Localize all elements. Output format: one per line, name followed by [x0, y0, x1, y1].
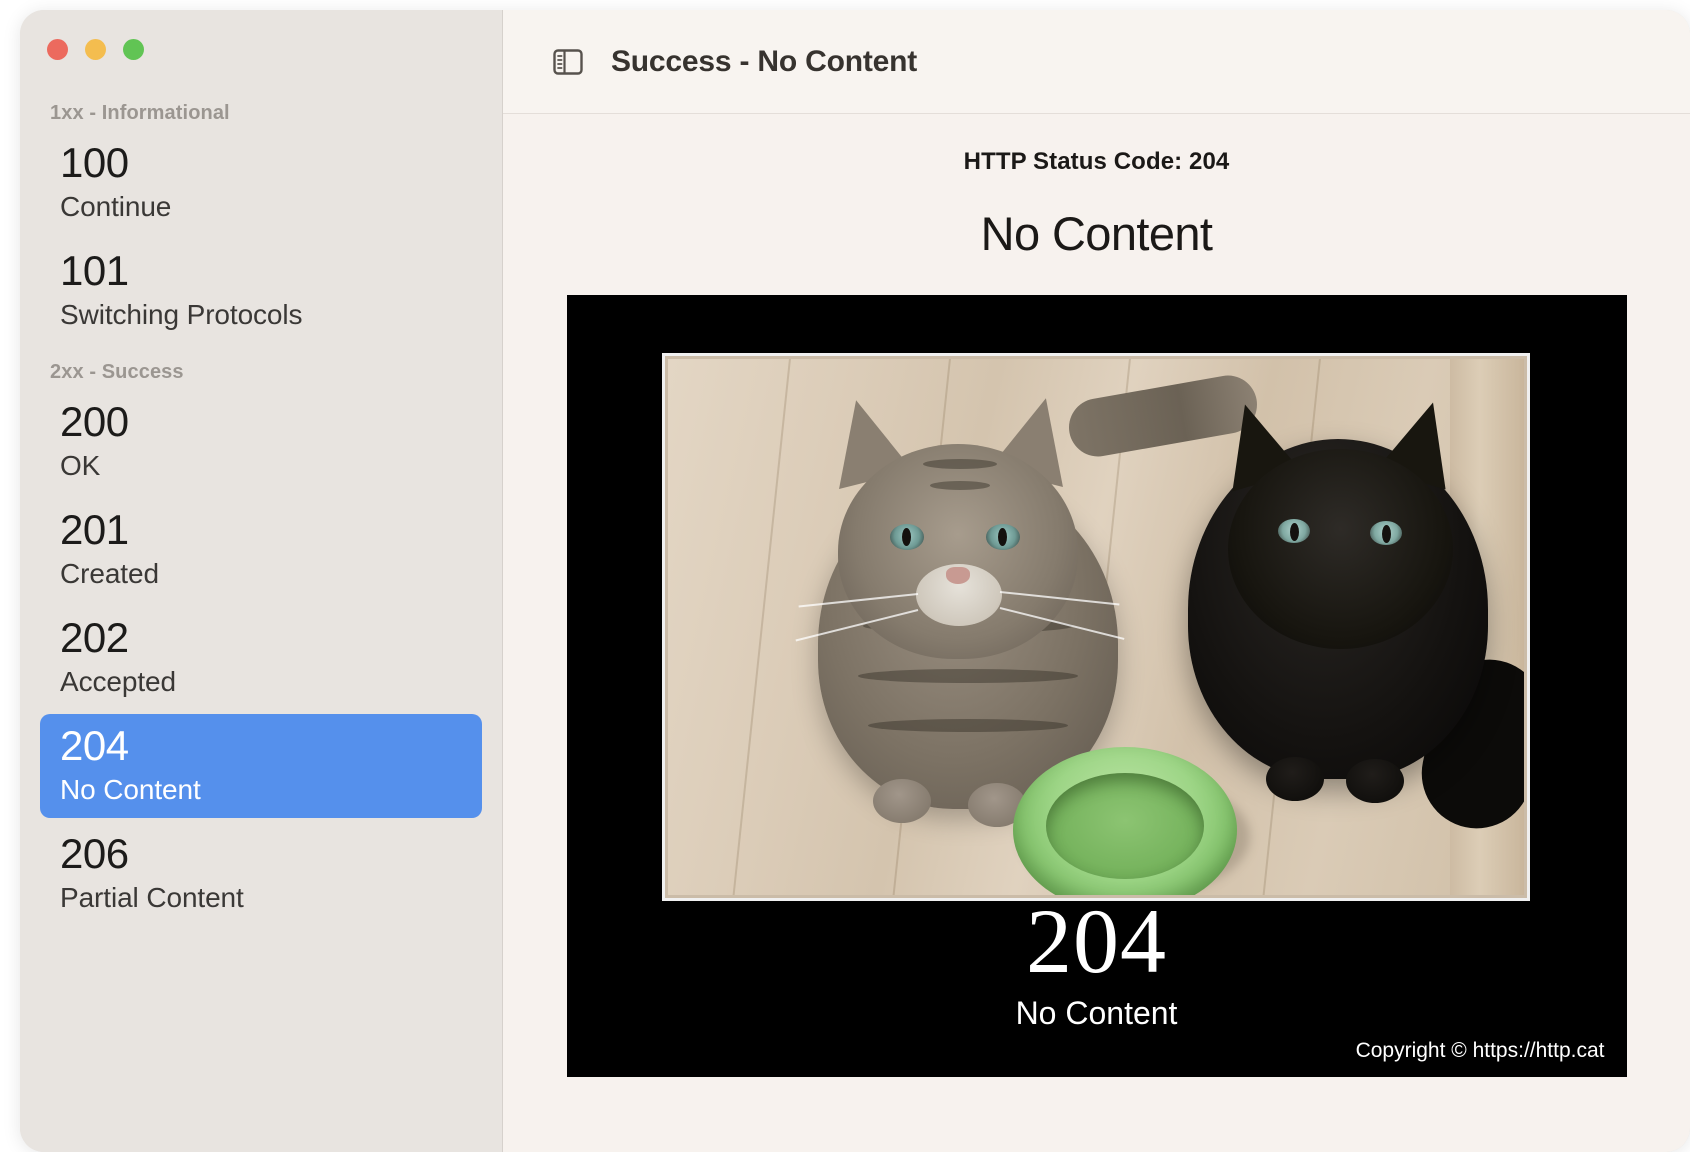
tabby-cat-paw-left: [873, 779, 931, 823]
black-cat-pupil-right: [1382, 525, 1391, 543]
sidebar-item-100[interactable]: 100 Continue: [40, 131, 482, 235]
black-cat-paw-right: [1346, 759, 1404, 803]
status-label: Partial Content: [60, 880, 470, 916]
http-status-code-line: HTTP Status Code: 204: [503, 148, 1690, 176]
black-cat-paw-left: [1266, 757, 1324, 801]
floor-seam: [721, 359, 796, 895]
sidebar: 1xx - Informational 100 Continue 101 Swi…: [20, 10, 503, 1152]
tabby-cat-head: [838, 444, 1078, 659]
sidebar-item-200[interactable]: 200 OK: [40, 390, 482, 494]
tabby-cat-pupil-right: [998, 528, 1007, 546]
tabby-cat-pupil-left: [902, 528, 911, 546]
sidebar-toggle-icon: [553, 49, 583, 75]
status-label: OK: [60, 448, 470, 484]
black-cat-head: [1228, 449, 1453, 649]
photo-frame: [662, 353, 1530, 901]
image-status-code: 204: [567, 893, 1627, 989]
green-bowl-inner: [1046, 773, 1204, 879]
status-code: 201: [60, 504, 470, 556]
minimize-button[interactable]: [85, 39, 106, 60]
detail-toolbar: Success - No Content: [503, 10, 1690, 114]
status-code: 206: [60, 828, 470, 880]
tabby-stripe: [858, 669, 1078, 683]
status-label: No Content: [60, 772, 470, 808]
http-cat-image: 204 No Content Copyright © https://http.…: [567, 295, 1627, 1077]
sidebar-item-202[interactable]: 202 Accepted: [40, 606, 482, 710]
sidebar-item-206[interactable]: 206 Partial Content: [40, 822, 482, 926]
status-label: Switching Protocols: [60, 297, 470, 333]
status-label: Continue: [60, 189, 470, 225]
sidebar-section-header-2xx: 2xx - Success: [40, 347, 482, 390]
detail-body: HTTP Status Code: 204 No Content: [503, 114, 1690, 1152]
tabby-cat-nose: [946, 567, 970, 584]
status-code: 101: [60, 245, 470, 297]
status-code: 100: [60, 137, 470, 189]
status-label: Accepted: [60, 664, 470, 700]
sidebar-item-204[interactable]: 204 No Content: [40, 714, 482, 818]
app-window: 1xx - Informational 100 Continue 101 Swi…: [20, 10, 1690, 1152]
close-button[interactable]: [47, 39, 68, 60]
tabby-forehead-stripe: [930, 481, 990, 490]
sidebar-section-header-1xx: 1xx - Informational: [40, 96, 482, 131]
black-cat-pupil-left: [1290, 523, 1299, 541]
detail-pane: Success - No Content HTTP Status Code: 2…: [503, 10, 1690, 1152]
tabby-forehead-stripe: [923, 459, 997, 469]
sidebar-toggle-button[interactable]: [547, 41, 589, 83]
sidebar-status-list[interactable]: 1xx - Informational 100 Continue 101 Swi…: [20, 96, 502, 1152]
status-code: 204: [60, 720, 470, 772]
maximize-button[interactable]: [123, 39, 144, 60]
image-status-label: No Content: [567, 995, 1627, 1032]
image-copyright: Copyright © https://http.cat: [1356, 1039, 1605, 1063]
status-code: 200: [60, 396, 470, 448]
status-title: No Content: [503, 206, 1690, 261]
photo-inner: [668, 359, 1524, 895]
tabby-stripe: [868, 719, 1068, 732]
window-traffic-lights: [47, 39, 144, 60]
sidebar-item-101[interactable]: 101 Switching Protocols: [40, 239, 482, 343]
status-code: 202: [60, 612, 470, 664]
toolbar-title: Success - No Content: [611, 45, 917, 79]
status-label: Created: [60, 556, 470, 592]
sidebar-item-201[interactable]: 201 Created: [40, 498, 482, 602]
